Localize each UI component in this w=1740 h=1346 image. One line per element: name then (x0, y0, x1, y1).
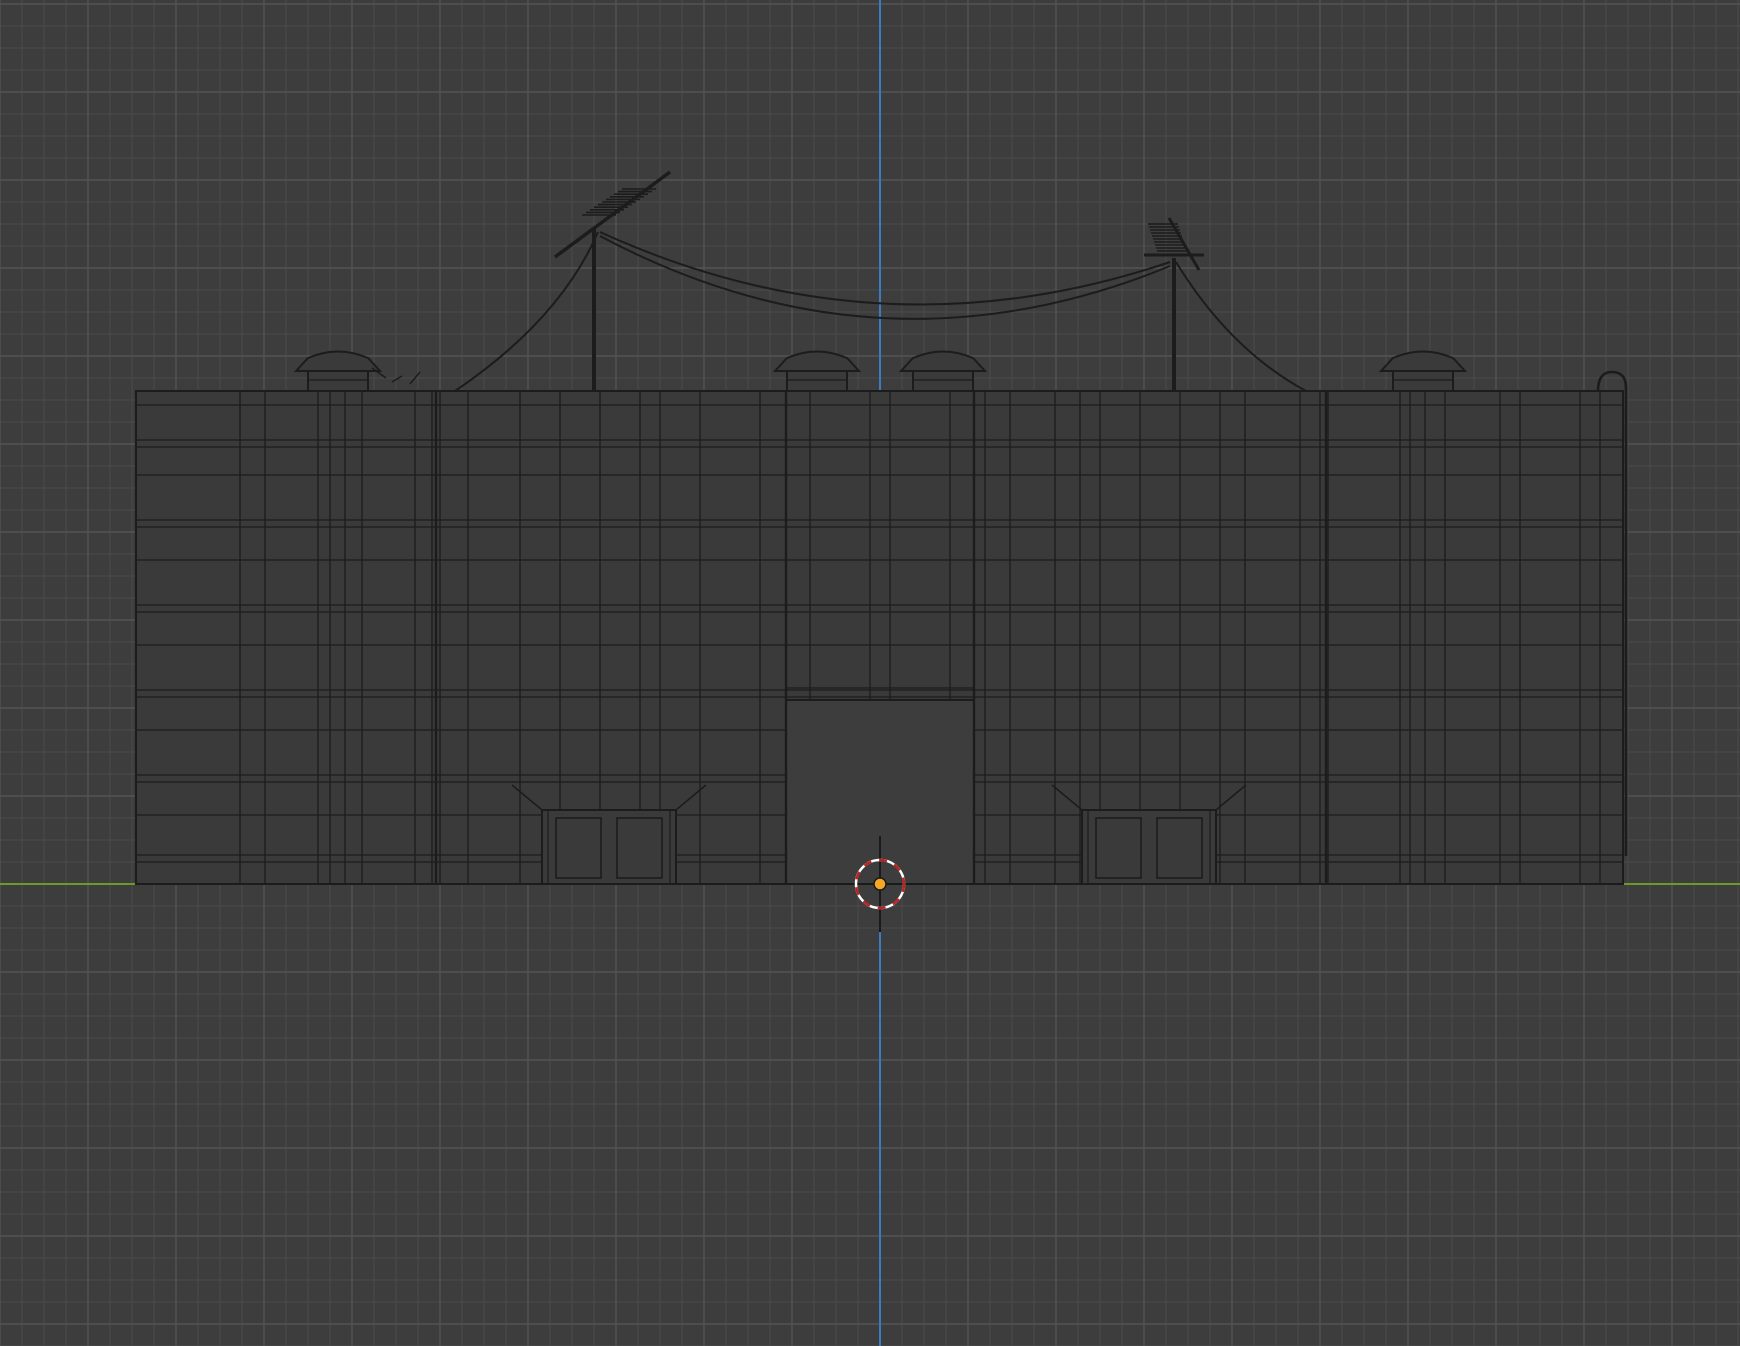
entrance-door[interactable] (541, 809, 677, 885)
origin-dot-icon (873, 877, 887, 891)
roof-vent[interactable] (772, 350, 862, 392)
building-mesh[interactable] (135, 370, 1628, 885)
roof-vent[interactable] (1378, 350, 1468, 392)
roof-vent[interactable] (293, 350, 383, 392)
entrance-door[interactable] (1081, 809, 1217, 885)
antenna-cable (1175, 261, 1307, 392)
antenna[interactable] (1144, 217, 1204, 391)
antenna-cable (599, 235, 1171, 320)
roof-vent[interactable] (898, 350, 988, 392)
3d-viewport[interactable] (0, 0, 1740, 1346)
